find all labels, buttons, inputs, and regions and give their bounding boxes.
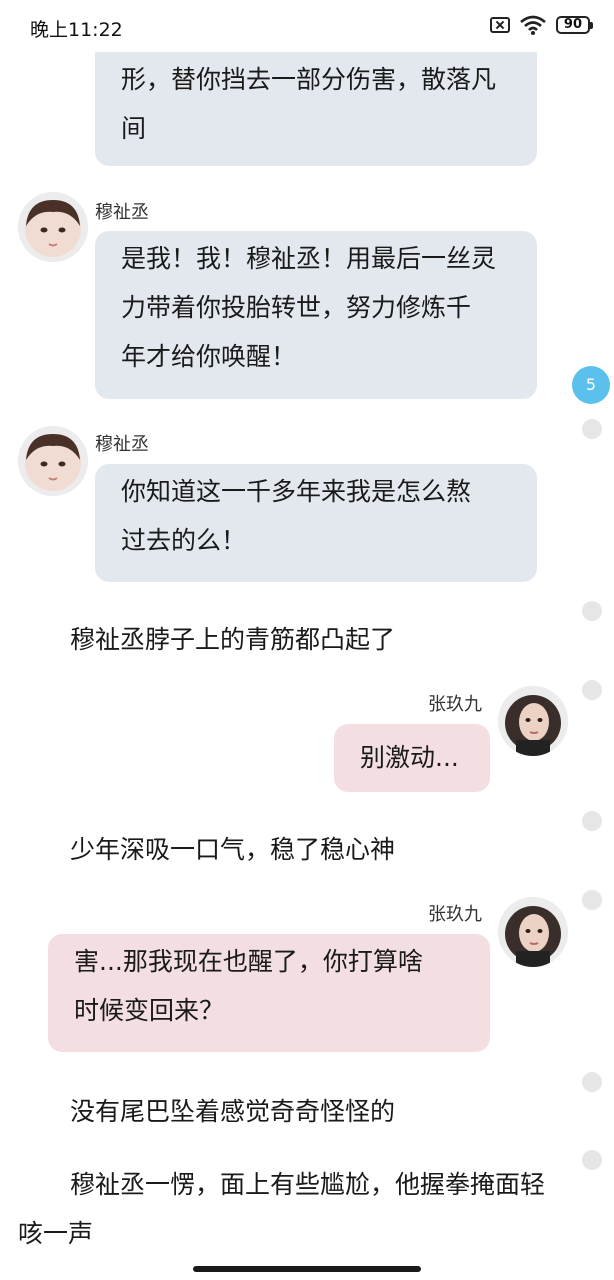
scroll-marker-dot[interactable]: [582, 601, 602, 621]
avatar[interactable]: [18, 426, 88, 496]
message-text: 形，替你挡去一部分伤害，散落凡: [121, 65, 497, 94]
message-bubble[interactable]: 别激动...: [334, 724, 490, 792]
narration-line: 穆祉丞一愣，面上有些尴尬，他握拳掩面轻: [70, 1170, 546, 1199]
avatar[interactable]: [498, 897, 568, 967]
scroll-marker-dot[interactable]: [582, 1072, 602, 1092]
narration-line: 咳一声: [18, 1219, 94, 1248]
home-indicator[interactable]: [193, 1266, 421, 1272]
battery-icon: 90: [555, 16, 594, 34]
avatar[interactable]: [18, 192, 88, 262]
message-text: 时候变回来？: [74, 996, 225, 1025]
message-text: 间: [121, 114, 147, 143]
scroll-marker-dot[interactable]: [582, 890, 602, 910]
message-bubble[interactable]: 是我！我！穆祉丞！用最后一丝灵 力带着你投胎转世，努力修炼千 年才给你唤醒！: [95, 231, 537, 399]
message-text: 过去的么！: [121, 526, 247, 555]
message-text: 害...那我现在也醒了，你打算啥: [74, 947, 423, 976]
unread-count-badge[interactable]: 5: [572, 366, 610, 404]
status-icons: 90: [489, 15, 594, 35]
narration-text: 少年深吸一口气，稳了稳心神: [70, 835, 396, 864]
message-text: 力带着你投胎转世，努力修炼千: [121, 293, 472, 322]
narration-text: 没有尾巴坠着感觉奇奇怪怪的: [70, 1097, 396, 1126]
scroll-marker-dot[interactable]: [582, 419, 602, 439]
status-bar: 晚上11:22 90: [0, 0, 614, 52]
message-text: 别激动...: [360, 743, 459, 772]
avatar[interactable]: [498, 686, 568, 756]
message-text: 年才给你唤醒！: [121, 342, 297, 371]
narration-text: 穆祉丞脖子上的青筋都凸起了: [70, 625, 396, 654]
message-bubble[interactable]: 形，替你挡去一部分伤害，散落凡 间: [95, 52, 537, 166]
scroll-marker-dot[interactable]: [582, 811, 602, 831]
narration-text: 穆祉丞一愣，面上有些尴尬，他握拳掩面轻 咳一声: [18, 1160, 578, 1258]
status-time: 晚上11:22: [30, 19, 123, 41]
sender-name: 穆祉丞: [95, 434, 149, 455]
sender-name: 穆祉丞: [95, 202, 149, 223]
sim-off-icon: [489, 17, 510, 33]
chat-screen: 晚上11:22 90 形，替你挡去一部分伤害，散落凡 间 穆祉丞 是我！我！穆祉…: [0, 0, 614, 1280]
scroll-marker-dot[interactable]: [582, 680, 602, 700]
scroll-marker-dot[interactable]: [582, 1150, 602, 1170]
message-bubble[interactable]: 害...那我现在也醒了，你打算啥 时候变回来？: [48, 934, 490, 1052]
wifi-icon: [520, 15, 546, 35]
sender-name: 张玖九: [428, 694, 482, 715]
sender-name: 张玖九: [428, 904, 482, 925]
message-bubble[interactable]: 你知道这一千多年来我是怎么熬 过去的么！: [95, 464, 537, 582]
message-text: 是我！我！穆祉丞！用最后一丝灵: [121, 244, 497, 273]
message-text: 你知道这一千多年来我是怎么熬: [121, 477, 472, 506]
